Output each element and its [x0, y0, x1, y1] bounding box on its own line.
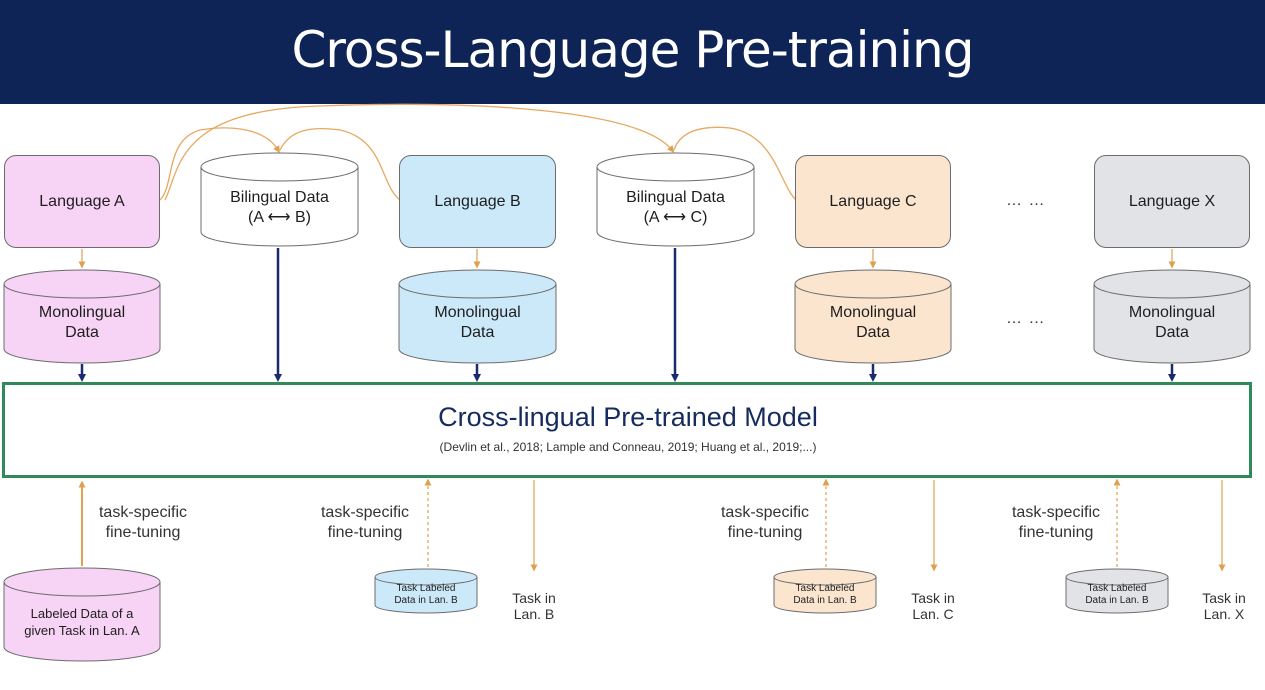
labeled-data-a-label: Labeled Data of a given Task in Lan. A: [24, 606, 140, 638]
language-a-label: Language A: [39, 192, 125, 210]
fine-tuning-label-x: task-specific fine-tuning: [1011, 504, 1101, 541]
task-output-x: Task in Lan. X: [1202, 590, 1246, 622]
ellipsis-languages: … …: [1006, 192, 1046, 209]
task-labeled-x-label: Task Labeled Data in Lan. B: [1085, 583, 1149, 606]
bilingual-ab-line1: Bilingual Data: [230, 189, 329, 206]
task-output-c: Task in Lan. C: [911, 590, 955, 622]
language-b-box: Language B: [399, 155, 556, 248]
monolingual-x-label: Monolingual Data: [1128, 304, 1216, 341]
model-citation: (Devlin et al., 2018; Lample and Conneau…: [439, 440, 817, 454]
fine-tuning-label-a: task-specific fine-tuning: [98, 504, 188, 541]
model-title: Cross-lingual Pre-trained Model: [438, 402, 818, 432]
language-a-box: Language A: [4, 155, 160, 248]
language-c-label: Language C: [829, 192, 917, 210]
monolingual-b-label: Monolingual Data: [434, 304, 521, 341]
task-labeled-b-label: Task Labeled Data in Lan. B: [394, 583, 458, 606]
bilingual-ac-line2: (A ⟷ C): [643, 209, 708, 226]
monolingual-c-label: Monolingual Data: [829, 304, 917, 341]
monolingual-a-label: Monolingual Data: [38, 304, 126, 341]
language-c-box: Language C: [795, 155, 951, 248]
language-x-label: Language X: [1128, 192, 1216, 210]
bilingual-ab-line2: (A ⟷ B): [248, 209, 311, 226]
fine-tuning-label-c: task-specific fine-tuning: [720, 504, 810, 541]
task-output-b: Task in Lan. B: [512, 590, 556, 622]
task-labeled-c-label: Task Labeled Data in Lan. B: [793, 583, 857, 606]
language-x-box: Language X: [1094, 155, 1250, 248]
ellipsis-monolingual: … …: [1006, 310, 1046, 327]
language-b-label: Language B: [434, 192, 521, 210]
bilingual-ac-line1: Bilingual Data: [626, 189, 725, 206]
fine-tuning-label-b: task-specific fine-tuning: [320, 504, 410, 541]
